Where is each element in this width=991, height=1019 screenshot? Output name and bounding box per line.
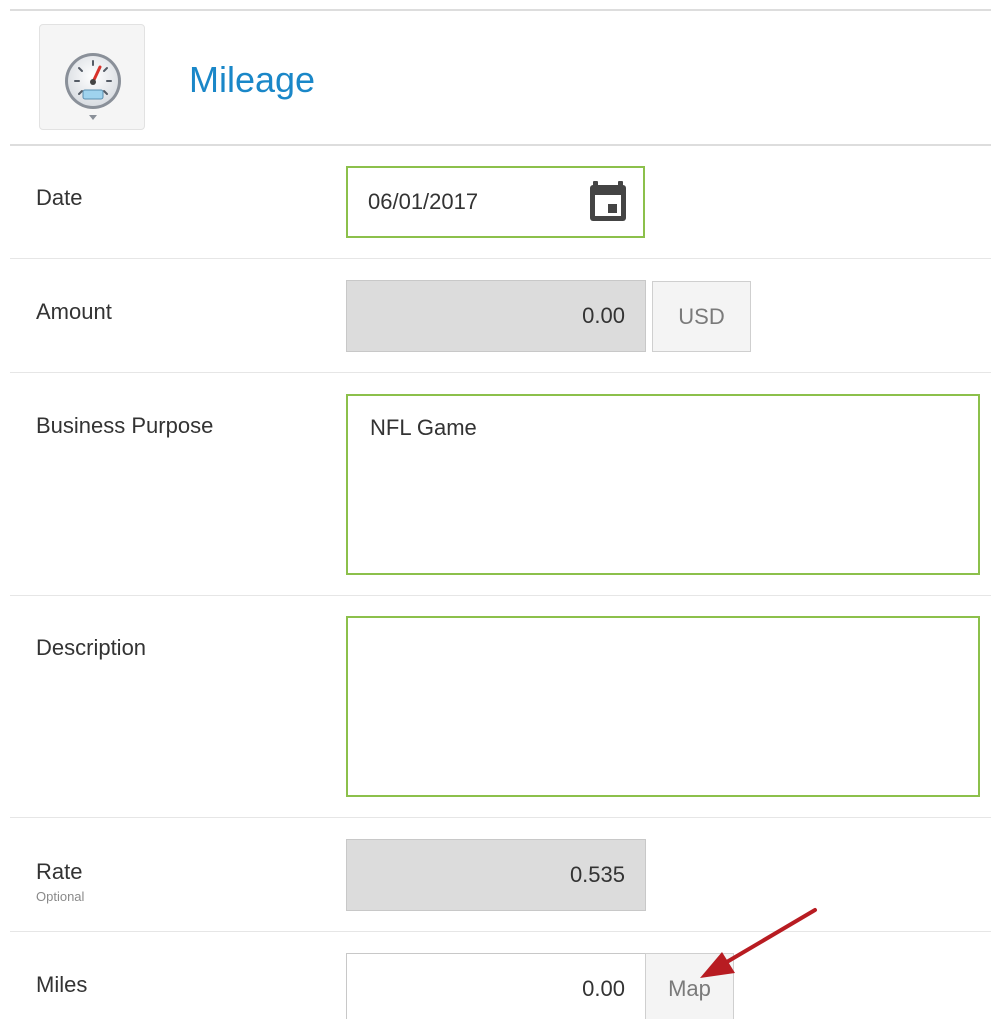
amount-label: Amount bbox=[36, 299, 112, 324]
miles-input[interactable]: 0.00 bbox=[346, 953, 646, 1019]
description-textarea[interactable] bbox=[346, 616, 980, 797]
amount-value: 0.00 bbox=[582, 303, 625, 328]
description-label: Description bbox=[36, 635, 147, 660]
business-purpose-textarea[interactable]: NFL Game bbox=[346, 394, 980, 575]
miles-label: Miles bbox=[36, 972, 88, 997]
speedometer-icon bbox=[65, 53, 121, 120]
annotation-arrow-icon bbox=[700, 908, 817, 978]
amount-field: 0.00 bbox=[346, 280, 646, 352]
rate-value: 0.535 bbox=[569, 862, 625, 887]
header-divider bbox=[10, 144, 991, 146]
calendar-icon[interactable] bbox=[589, 181, 627, 223]
row-divider bbox=[10, 931, 991, 932]
date-field[interactable]: 06/01/2017 bbox=[346, 166, 645, 238]
rate-label: Rate bbox=[36, 859, 83, 884]
expense-type-selector[interactable] bbox=[39, 24, 145, 130]
rate-optional-hint: Optional bbox=[36, 889, 85, 904]
currency-button[interactable]: USD bbox=[652, 281, 751, 352]
rate-field: 0.535 bbox=[346, 839, 646, 911]
date-label: Date bbox=[36, 185, 83, 210]
business-purpose-value: NFL Game bbox=[370, 415, 477, 440]
mileage-form-page: Mileage Date 06/01/2017 Amount 0.00 USD … bbox=[0, 0, 991, 1019]
row-divider bbox=[10, 595, 991, 596]
top-divider bbox=[10, 9, 991, 11]
business-purpose-label: Business Purpose bbox=[36, 413, 214, 438]
row-divider bbox=[10, 258, 991, 259]
row-divider bbox=[10, 372, 991, 373]
date-value: 06/01/2017 bbox=[368, 189, 479, 214]
page-title: Mileage bbox=[189, 59, 316, 100]
miles-value: 0.00 bbox=[582, 976, 625, 1001]
row-divider bbox=[10, 817, 991, 818]
